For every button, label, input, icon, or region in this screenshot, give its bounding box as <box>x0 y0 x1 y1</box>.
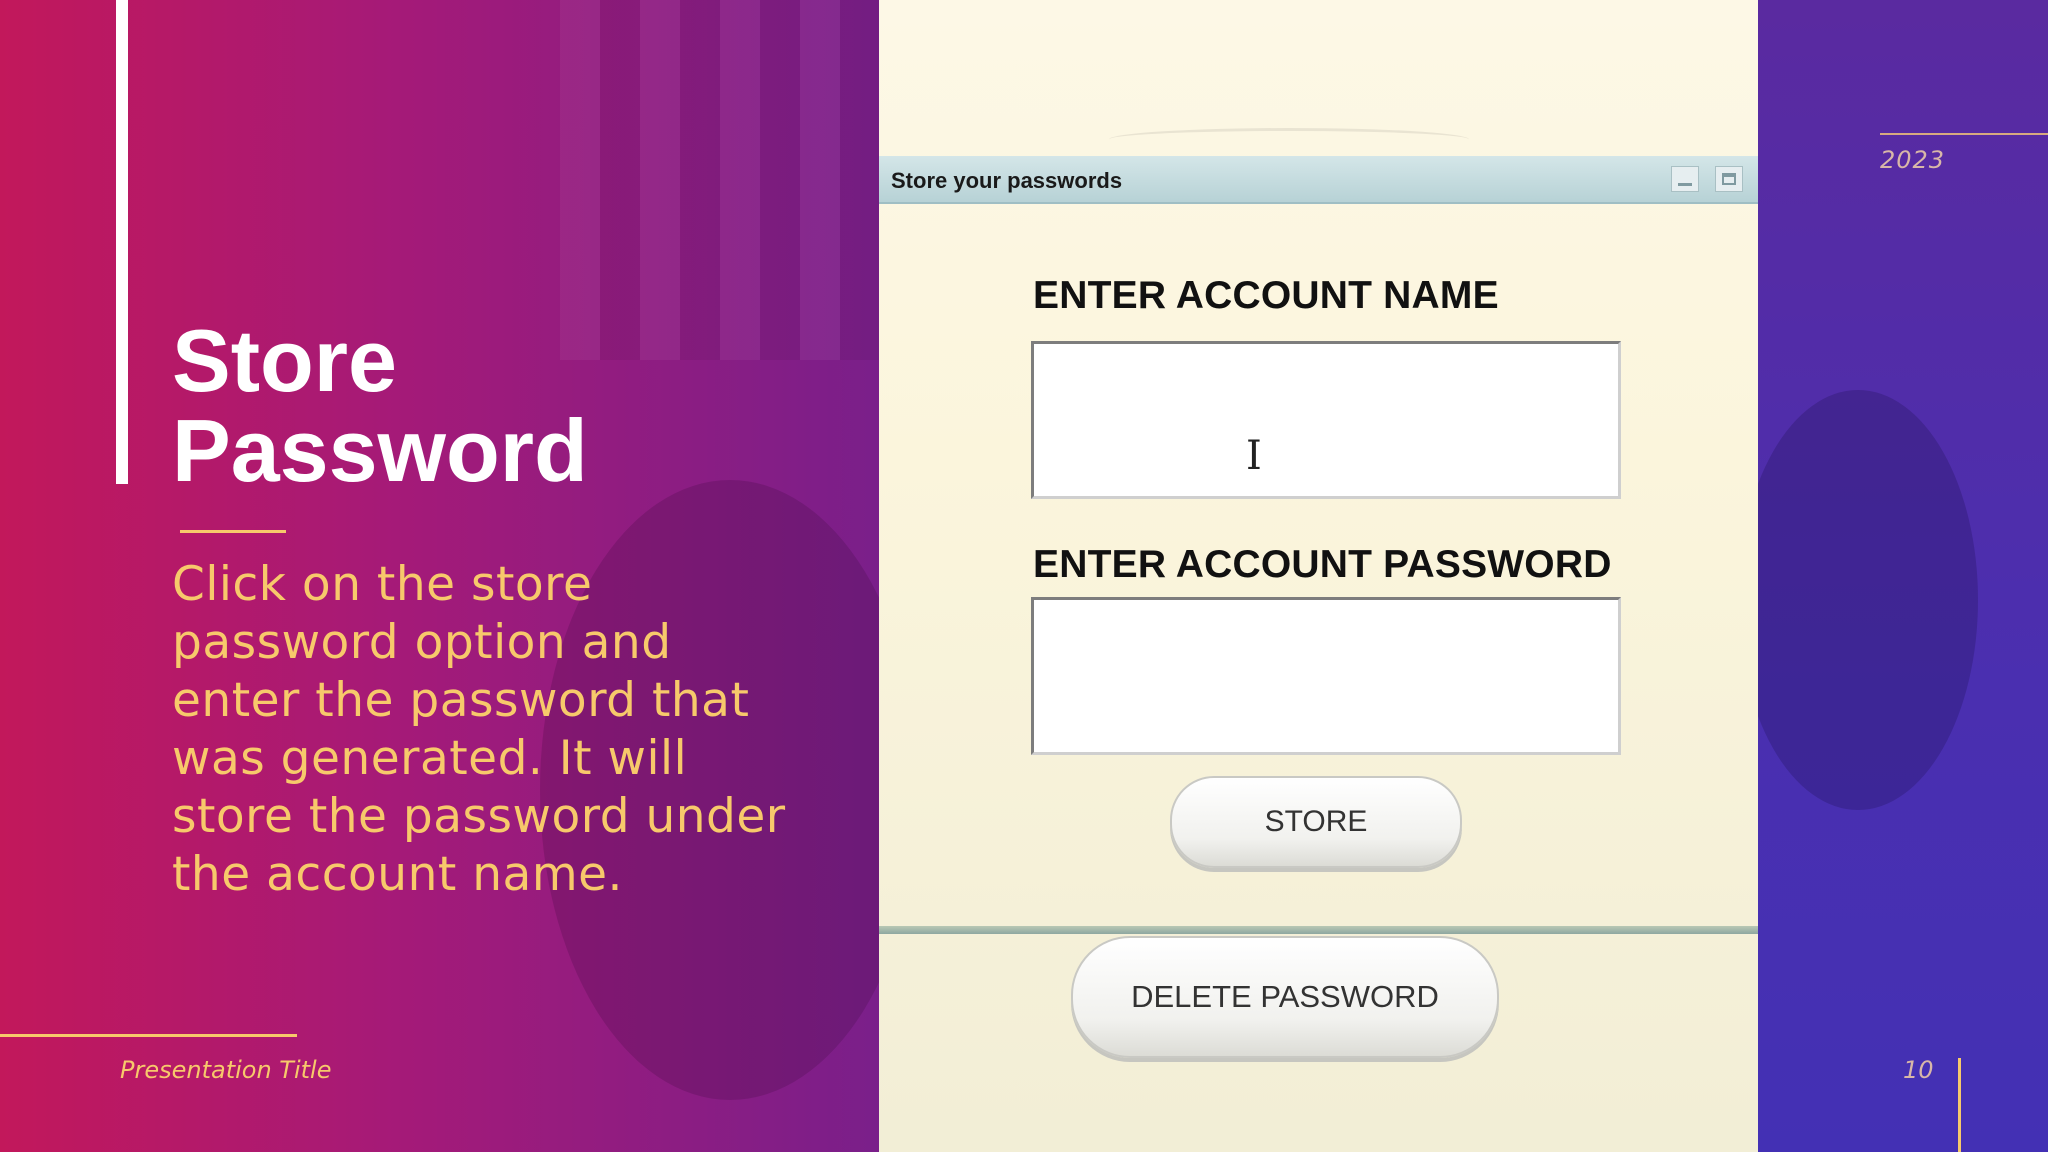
background-window-edge <box>1109 128 1469 151</box>
account-name-input[interactable]: I <box>1031 341 1621 499</box>
slide-body-text: Click on the store password option and e… <box>172 557 786 902</box>
account-password-input[interactable] <box>1031 597 1621 755</box>
title-underline <box>180 530 286 533</box>
account-name-label: ENTER ACCOUNT NAME <box>1033 274 1499 317</box>
background-photo-shelf-shade <box>560 0 880 360</box>
minimize-icon[interactable] <box>1671 166 1699 192</box>
slide-year: 2023 <box>1880 146 1946 174</box>
footer-divider <box>0 1034 297 1037</box>
text-cursor-icon: I <box>1246 433 1262 479</box>
page-number-divider <box>1958 1058 1961 1152</box>
delete-password-button[interactable]: DELETE PASSWORD <box>1071 936 1499 1058</box>
footer-presentation-title: Presentation Title <box>120 1056 332 1084</box>
year-divider <box>1880 133 2048 135</box>
window-title: Store your passwords <box>891 168 1123 193</box>
page-number: 10 <box>1903 1056 1934 1084</box>
window-bottom-divider <box>879 926 1758 934</box>
title-accent-bar <box>116 0 128 484</box>
background-photo-person-shade-right <box>1758 390 1978 810</box>
app-screenshot: Store your passwords ENTER ACCOUNT NAME … <box>879 0 1758 1152</box>
slide-title: Store Password <box>172 316 792 496</box>
slide-title-line-1: Store <box>172 311 397 410</box>
window-titlebar[interactable]: Store your passwords <box>879 156 1758 204</box>
maximize-icon[interactable] <box>1715 166 1743 192</box>
account-password-label: ENTER ACCOUNT PASSWORD <box>1033 543 1612 586</box>
slide-title-line-2: Password <box>172 401 588 500</box>
store-button[interactable]: STORE <box>1170 776 1462 868</box>
